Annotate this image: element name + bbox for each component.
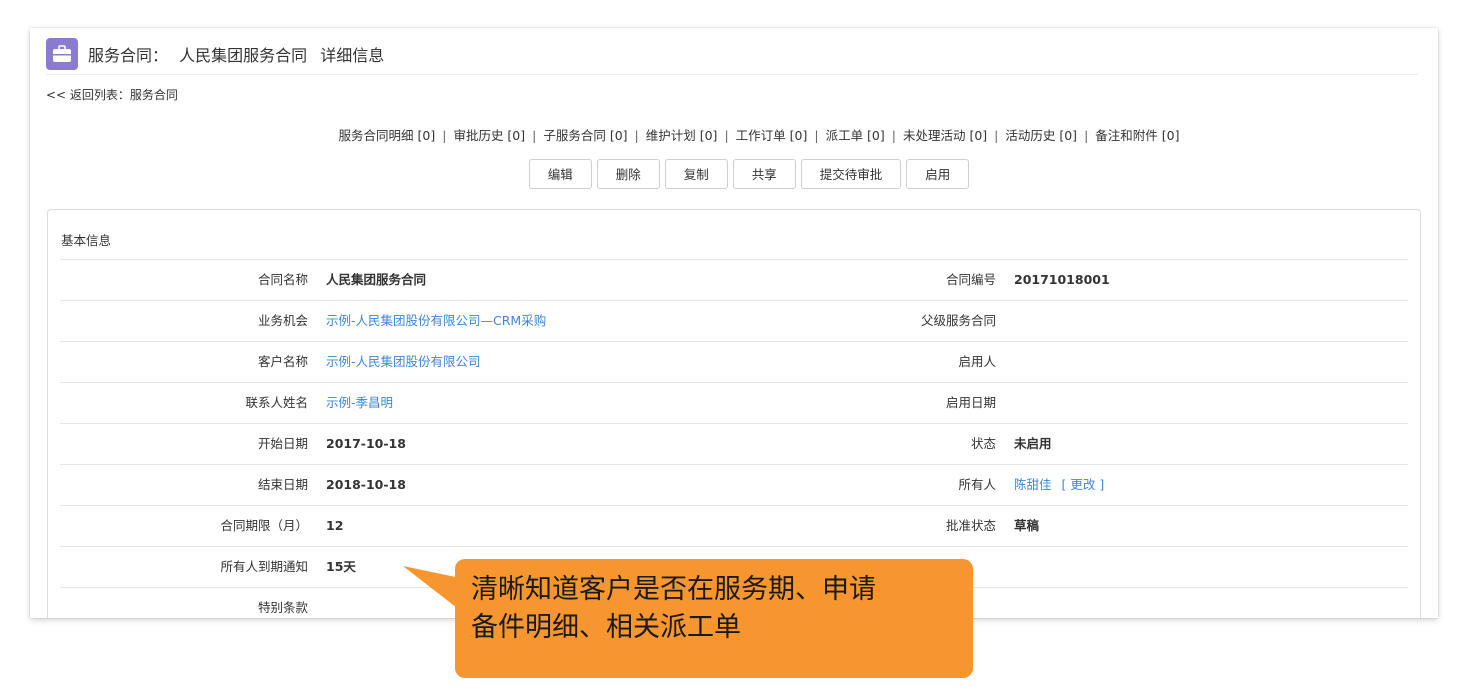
- page: 服务合同： 人民集团服务合同 详细信息 << 返回列表：服务合同 服务合同明细 …: [0, 0, 1474, 700]
- callout-text: 清晰知道客户是否在服务期、申请 备件明细、相关派工单: [471, 574, 876, 643]
- annotation-callout: 清晰知道客户是否在服务期、申请 备件明细、相关派工单: [455, 559, 973, 678]
